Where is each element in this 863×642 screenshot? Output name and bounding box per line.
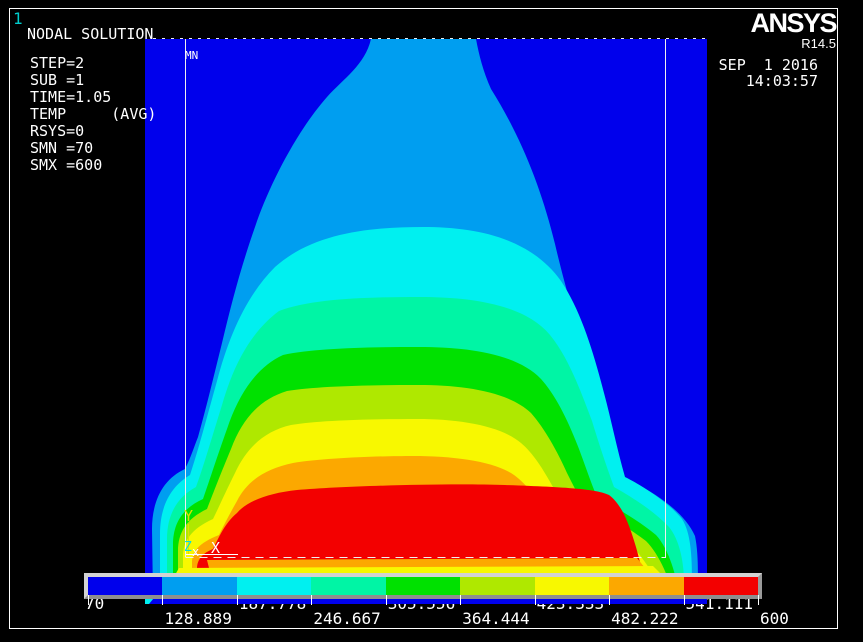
legend-tick [162, 595, 164, 605]
y-axis-label: Y [184, 507, 194, 525]
legend-colorbar [84, 573, 762, 599]
info-line-temp: TEMP (AVG) [30, 105, 157, 123]
ansys-logo: ANSYS [750, 8, 837, 38]
legend-value: 600 [759, 609, 789, 628]
version-label: R14.5 [801, 36, 836, 51]
legend-segment-4 [385, 577, 461, 595]
legend-tick [236, 595, 238, 605]
legend-value: 482.222 [611, 609, 679, 628]
legend-tick [311, 595, 313, 605]
time-label: 14:03:57 [745, 72, 818, 90]
legend-tick [683, 595, 685, 605]
legend-tick [88, 595, 89, 605]
legend-tick [534, 595, 536, 605]
legend-segment-2 [236, 577, 312, 595]
legend-segment-8 [683, 577, 758, 595]
legend-segment-3 [311, 577, 386, 595]
legend-tick [460, 595, 462, 605]
info-line-smx: SMX =600 [30, 156, 103, 174]
min-location-marker: MN [185, 49, 199, 62]
legend-tick [609, 595, 611, 605]
legend-segment-0 [88, 577, 163, 595]
result-title: NODAL SOLUTION [27, 25, 154, 43]
ansys-window: 1 NODAL SOLUTION STEP=2 SUB =1 TIME=1.05… [0, 0, 863, 642]
info-line-smn: SMN =70 [30, 139, 94, 157]
info-line-rsys: RSYS=0 [30, 122, 85, 140]
info-line-sub: SUB =1 [30, 71, 85, 89]
triad-origin-marker: x [192, 545, 200, 559]
legend-value: 246.667 [313, 609, 381, 628]
legend-value: 364.444 [462, 609, 530, 628]
legend-segment-5 [460, 577, 535, 595]
plot-number: 1 [13, 9, 23, 28]
z-axis-label: Z [184, 540, 192, 555]
legend-segment-1 [162, 577, 237, 595]
contour-plot-canvas[interactable] [145, 37, 707, 608]
result-info-block: STEP=2 SUB =1 TIME=1.05 TEMP (AVG) RSYS=… [30, 55, 156, 174]
legend-value: 128.889 [164, 609, 232, 628]
legend-segment-6 [534, 577, 610, 595]
x-axis-label: X [211, 539, 221, 557]
info-line-step: STEP=2 [30, 54, 85, 72]
legend-segment-7 [609, 577, 684, 595]
legend-tick [385, 595, 387, 605]
legend-tick [757, 595, 759, 605]
info-line-time: TIME=1.05 [30, 88, 112, 106]
